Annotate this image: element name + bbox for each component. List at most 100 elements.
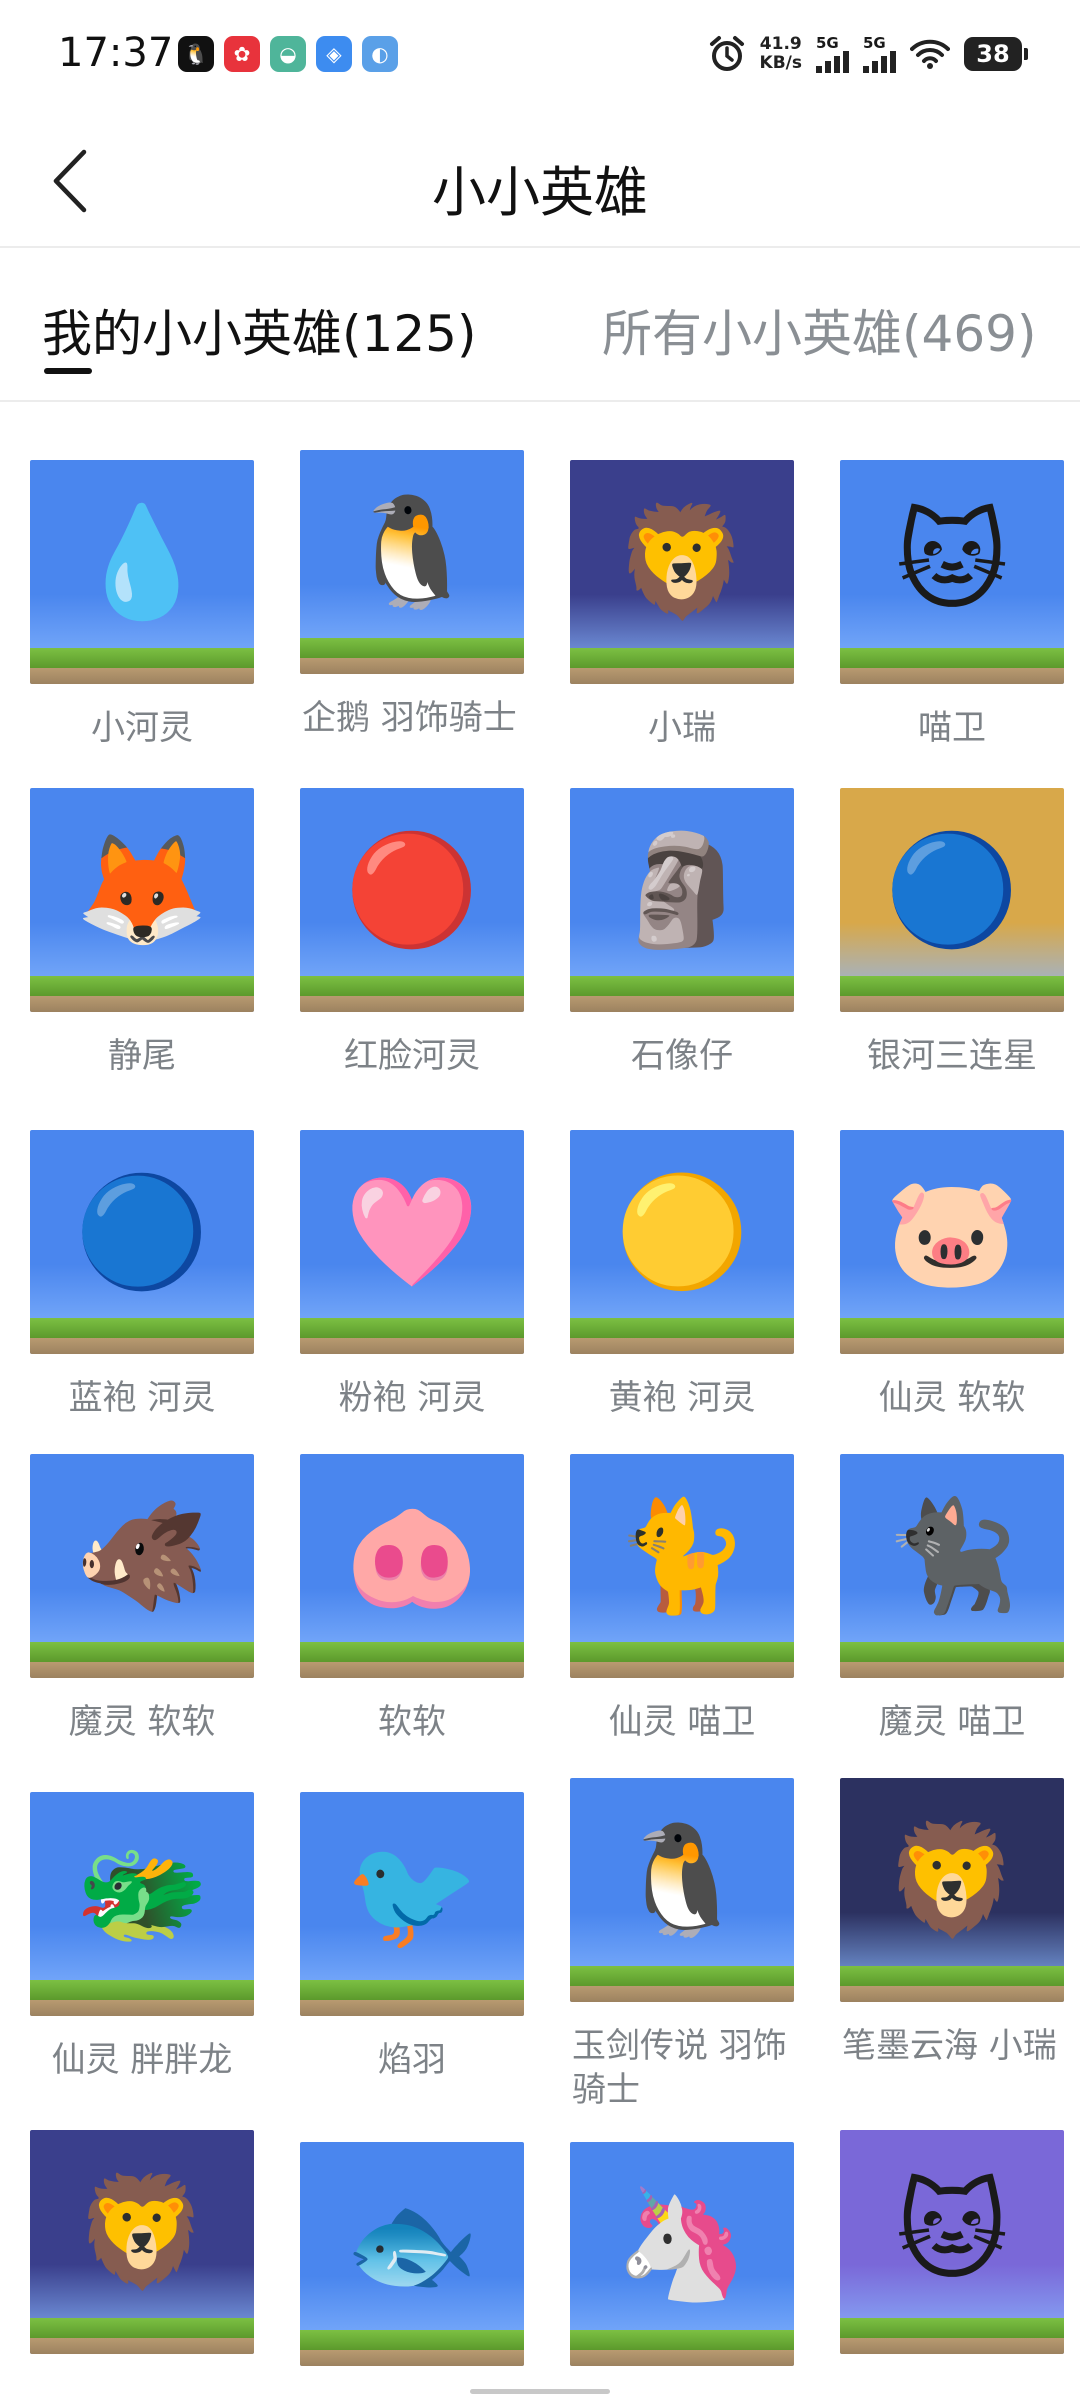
top-app-bar: 小小英雄 [0,118,1080,248]
hero-name: 石像仔 [631,1036,733,1076]
hero-figure-icon: 🐱 [895,500,1009,625]
hero-figure-icon: 🦁 [74,2170,210,2295]
hero-card[interactable]: 🐈‍⬛ 魔灵 喵卫 [840,1454,1064,1744]
network-speed: 41.9 KB/s [760,35,802,73]
hero-image: 🟡 [570,1130,794,1354]
hero-card[interactable]: 🔵 蓝袍 河灵 [30,1130,254,1420]
hero-name: 小瑞 [648,708,716,748]
hero-card[interactable]: 🐟 [300,2142,524,2366]
hero-figure-icon: 🐧 [344,490,480,615]
hero-card[interactable]: 🔵 银河三连星 [840,788,1064,1078]
hero-figure-icon: 🗿 [614,828,750,953]
hero-name: 魔灵 软软 [68,1702,216,1742]
hero-card[interactable]: 🐧 企鹅 羽饰骑士 [300,450,524,740]
app-blue-icon: ◈ [316,36,352,72]
system-status: 41.9 KB/s 5G 5G 38 [708,28,1028,80]
hero-name: 魔灵 喵卫 [878,1702,1026,1742]
hero-name: 静尾 [108,1036,176,1076]
hero-image: 🐈 [570,1454,794,1678]
hero-card[interactable]: 🟡 黄袍 河灵 [570,1130,794,1420]
hero-image: 🐧 [570,1778,794,2002]
network-speed-unit: KB/s [759,53,802,73]
hero-card[interactable]: 🐧 玉剑传说 羽饰骑士 [570,1778,794,2112]
hero-image: 💧 [30,460,254,684]
hero-figure-icon: 🐈‍⬛ [884,1494,1020,1619]
hero-image: 🐟 [300,2142,524,2366]
signal-2: 5G [863,33,896,73]
tab-all-heroes[interactable]: 所有小小英雄(469) [602,294,1036,366]
hero-card[interactable]: 🗿 石像仔 [570,788,794,1078]
hero-image: 🐱 [840,2130,1064,2354]
hero-image: 🐦 [300,1792,524,2016]
home-indicator [470,2389,610,2394]
hero-figure-icon: 🦁 [614,500,750,625]
hero-figure-icon: 🐧 [614,1818,750,1943]
hero-figure-icon: 🐗 [74,1494,210,1619]
hero-name: 软软 [378,1702,446,1742]
signal-bars-icon [863,50,896,73]
hero-image: 🐧 [300,450,524,674]
hero-image: 🐷 [840,1130,1064,1354]
hero-card[interactable]: 🐦 焰羽 [300,1792,524,2082]
clock: 17:37 [58,30,174,76]
hero-card[interactable]: 🐱 [840,2130,1064,2354]
tab-indicator [44,368,92,374]
hero-card[interactable]: 🐈 仙灵 喵卫 [570,1454,794,1744]
hero-card[interactable]: 💧 小河灵 [30,460,254,750]
hero-card[interactable]: 🔴 红脸河灵 [300,788,524,1078]
signal-bars-icon [816,50,849,73]
network-speed-value: 41.9 [759,34,802,54]
hero-card[interactable]: 🦊 静尾 [30,788,254,1078]
hero-name: 笔墨云海 小瑞 [842,2026,1057,2066]
alarm-icon [709,36,744,71]
hero-name: 仙灵 软软 [878,1378,1026,1418]
hero-image: 🔵 [840,788,1064,1012]
hero-image: 🐲 [30,1792,254,2016]
wifi-icon [910,39,950,69]
hero-name: 企鹅 羽饰骑士 [302,698,517,738]
hero-card[interactable]: 🐽 软软 [300,1454,524,1744]
hero-name: 银河三连星 [867,1036,1037,1076]
qq-icon: 🐧 [178,36,214,72]
tab-my-heroes[interactable]: 我的小小英雄(125) [42,294,476,366]
battery-icon: 38 [964,37,1028,71]
signal-1: 5G [816,33,849,73]
hero-card[interactable]: 🐲 仙灵 胖胖龙 [30,1792,254,2082]
hero-image: 🐗 [30,1454,254,1678]
hero-name: 粉袍 河灵 [338,1378,486,1418]
hero-figure-icon: 🐽 [344,1494,480,1619]
hero-figure-icon: 🐈 [614,1494,750,1619]
hero-image: 🔵 [30,1130,254,1354]
hero-card[interactable]: 🦁 小瑞 [570,460,794,750]
hero-name: 仙灵 喵卫 [608,1702,756,1742]
hero-card[interactable]: 🦄 [570,2142,794,2366]
hero-card[interactable]: 🐱 喵卫 [840,460,1064,750]
hero-card[interactable]: 🩷 粉袍 河灵 [300,1130,524,1420]
hero-image: 🔴 [300,788,524,1012]
hero-grid: 💧 小河灵 🐧 企鹅 羽饰骑士 🦁 小瑞 🐱 喵卫 🦊 静尾 🔴 红脸河灵 🗿 石像仔 🔵 银河三连星 🔵 蓝袍 … [0,402,1080,2400]
hero-card[interactable]: 🦁 笔墨云海 小瑞 [840,1778,1064,2068]
hero-figure-icon: 🟡 [614,1170,750,1295]
hero-image: 🐽 [300,1454,524,1678]
hero-card[interactable]: 🐗 魔灵 软软 [30,1454,254,1744]
hero-name: 红脸河灵 [344,1036,480,1076]
app-green-icon: ◒ [270,36,306,72]
hero-figure-icon: 🦁 [884,1818,1020,1943]
hero-image: 🦁 [840,1778,1064,2002]
hero-card[interactable]: 🦁 [30,2130,254,2354]
hero-image: 🦊 [30,788,254,1012]
hero-name: 黄袍 河灵 [608,1378,756,1418]
hero-image: 🩷 [300,1130,524,1354]
signal-2-label: 5G [863,33,886,52]
signal-1-label: 5G [816,33,839,52]
page-title: 小小英雄 [432,161,648,224]
hero-card[interactable]: 🐷 仙灵 软软 [840,1130,1064,1420]
hero-figure-icon: 🔴 [344,828,480,953]
hero-image: 🦁 [30,2130,254,2354]
tab-bar: 我的小小英雄(125) 所有小小英雄(469) [0,250,1080,402]
hero-image: 🐱 [840,460,1064,684]
hero-image: 🦁 [570,460,794,684]
hero-figure-icon: 🐟 [344,2182,480,2307]
hero-figure-icon: 🐲 [74,1832,210,1957]
hero-figure-icon: 🩷 [344,1170,480,1295]
